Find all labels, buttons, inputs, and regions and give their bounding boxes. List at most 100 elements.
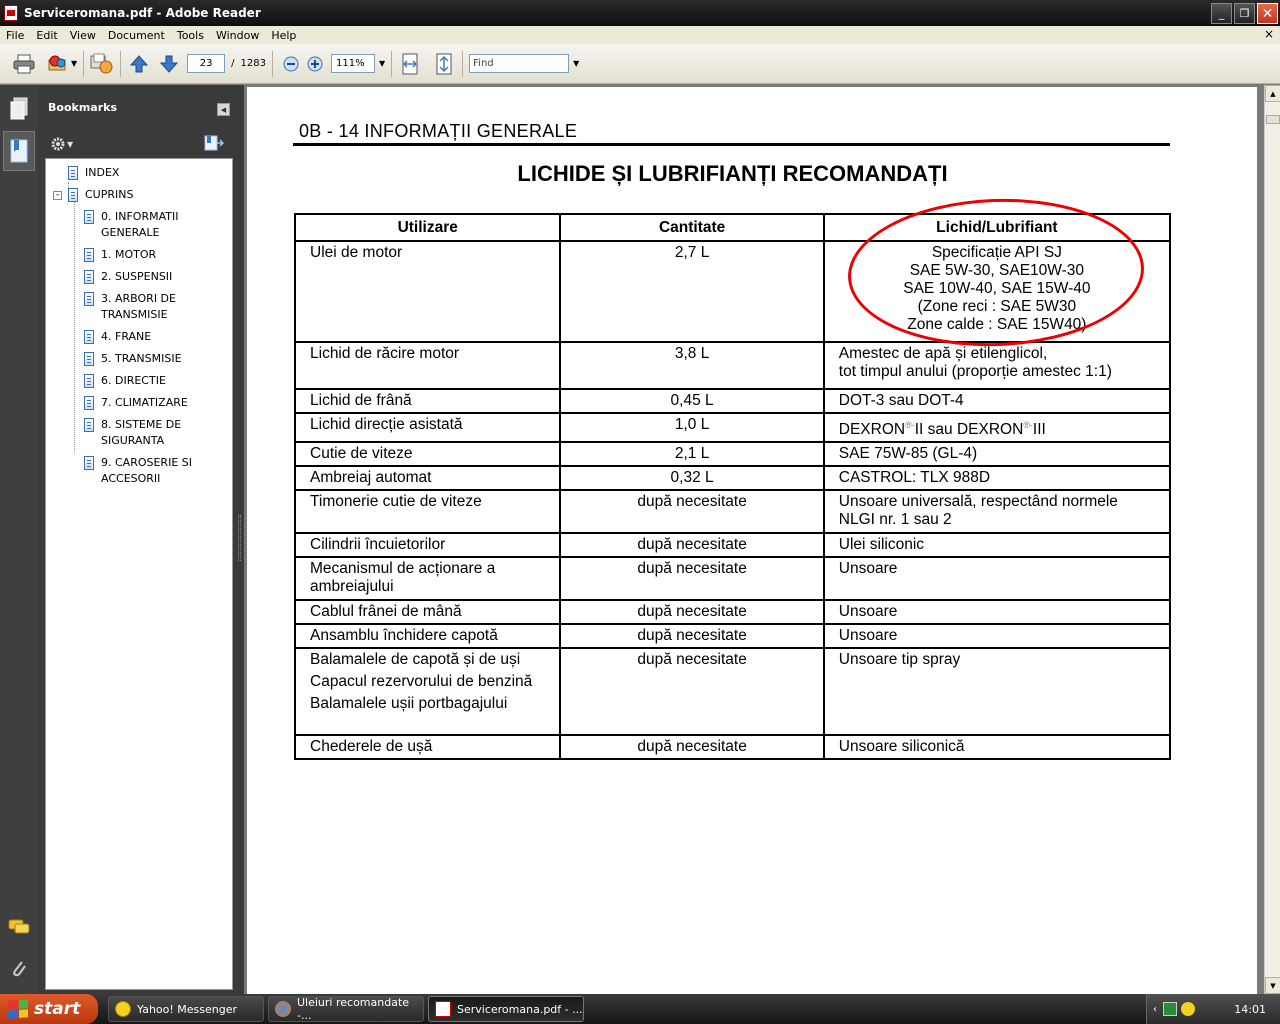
cell-qty: 1,0 L	[559, 411, 825, 444]
window-controls: _ ❐ ✕	[1211, 3, 1278, 24]
table-row: Balamalele de capotă și de uși Capacul r…	[293, 647, 1172, 737]
menu-window[interactable]: Window	[210, 29, 265, 42]
bookmark-item[interactable]: 2. SUSPENSII	[84, 269, 172, 285]
chevron-down-icon[interactable]: ▼	[71, 59, 77, 68]
pages-icon[interactable]	[6, 95, 32, 123]
column-header: Utilizare	[293, 213, 562, 242]
close-button[interactable]: ✕	[1257, 3, 1278, 24]
taskbar-item-firefox[interactable]: Uleiuri recomandate -...	[268, 996, 424, 1022]
vertical-scrollbar[interactable]: ▲ ▼	[1264, 85, 1280, 994]
clock: 14:01	[1234, 1002, 1266, 1016]
chevron-down-icon[interactable]: ▼	[379, 59, 385, 68]
page-separator: /	[231, 58, 235, 69]
bookmark-page-icon	[84, 270, 94, 284]
scroll-down-icon[interactable]: ▼	[1265, 977, 1280, 994]
taskbar: start Yahoo! Messenger Uleiuri recomanda…	[0, 994, 1280, 1024]
bookmark-item[interactable]: CUPRINS	[68, 187, 133, 203]
bookmarks-tree: INDEX - CUPRINS 0. INFORMATII GENERALE 1…	[45, 158, 233, 990]
fit-width-icon[interactable]	[398, 52, 422, 76]
cell-fluid: CASTROL: TLX 988D	[822, 465, 1172, 492]
document-viewport: 0B - 14 INFORMAȚII GENERALE LICHIDE ȘI L…	[244, 85, 1264, 994]
lubricants-table: Utilizare Cantitate Lichid/Lubrifiant Ul…	[293, 213, 1172, 761]
menu-document[interactable]: Document	[102, 29, 171, 42]
menu-edit[interactable]: Edit	[30, 29, 63, 42]
zoom-in-icon[interactable]	[303, 52, 327, 76]
system-tray: ‹ 14:01	[1146, 994, 1280, 1024]
yahoo-tray-icon[interactable]	[1181, 1002, 1195, 1016]
fit-page-icon[interactable]	[432, 52, 456, 76]
taskbar-item-yahoo[interactable]: Yahoo! Messenger	[108, 996, 264, 1022]
next-page-icon[interactable]	[157, 52, 181, 76]
menu-tools[interactable]: Tools	[171, 29, 210, 42]
bookmark-item[interactable]: 7. CLIMATIZARE	[84, 395, 188, 411]
navigation-rail	[0, 85, 38, 994]
table-row: Chederele de ușă după necesitate Unsoare…	[293, 734, 1172, 761]
bookmarks-toolbar: ▼	[42, 129, 234, 157]
previous-page-icon[interactable]	[127, 52, 151, 76]
table-row: Cilindrii încuietorilor după necesitate …	[293, 532, 1172, 559]
restore-button[interactable]: ❐	[1234, 3, 1255, 24]
menu-view[interactable]: View	[64, 29, 102, 42]
collapse-panel-icon[interactable]: ◀	[217, 103, 230, 116]
find-input[interactable]: Find	[469, 54, 570, 73]
taskbar-item-label: Serviceromana.pdf - ...	[457, 1002, 583, 1016]
column-header: Cantitate	[559, 213, 825, 242]
bookmark-label: 7. CLIMATIZARE	[101, 396, 188, 409]
cell-qty: după necesitate	[559, 734, 825, 761]
new-bookmark-icon[interactable]	[204, 135, 225, 154]
bookmark-label: 0. INFORMATII GENERALE	[101, 210, 179, 239]
scroll-thumb[interactable]	[1266, 115, 1280, 124]
cell-qty: după necesitate	[559, 623, 825, 650]
bookmark-item[interactable]: 6. DIRECTIE	[84, 373, 166, 389]
toolbar-separator	[271, 50, 273, 77]
table-row: Ulei de motor 2,7 L Specificație API SJ …	[293, 240, 1172, 343]
close-document-icon[interactable]: ×	[1264, 27, 1274, 41]
bookmark-page-icon	[84, 418, 94, 432]
bookmarks-icon[interactable]	[3, 131, 35, 171]
bookmark-item[interactable]: 0. INFORMATII GENERALE	[84, 209, 224, 241]
antivirus-tray-icon[interactable]	[1163, 1002, 1177, 1016]
cell-qty: după necesitate	[559, 489, 825, 535]
page-number-input[interactable]: 23	[187, 54, 226, 73]
bookmark-label: 2. SUSPENSII	[101, 270, 173, 283]
menu-file[interactable]: File	[0, 29, 30, 42]
window-title: Serviceromana.pdf - Adobe Reader	[24, 6, 261, 20]
options-gear-icon[interactable]: ▼	[50, 136, 73, 152]
bookmark-page-icon	[84, 374, 94, 388]
cell-fluid: Unsoare tip spray	[822, 647, 1172, 737]
firefox-icon	[275, 1001, 291, 1017]
zoom-level-input[interactable]: 111%	[330, 54, 375, 73]
minimize-button[interactable]: _	[1211, 3, 1232, 24]
bookmark-page-icon	[68, 166, 78, 180]
bookmark-item[interactable]: 8. SISTEME DE SIGURANTA	[84, 417, 224, 449]
collaborate-icon[interactable]	[90, 52, 114, 76]
attachments-icon[interactable]	[6, 955, 32, 983]
bookmark-item[interactable]: INDEX	[68, 165, 119, 181]
zoom-out-icon[interactable]	[279, 52, 303, 76]
cell-use: Cilindrii încuietorilor	[293, 532, 562, 559]
collapse-icon[interactable]: -	[53, 191, 62, 200]
table-row: Cablul frânei de mână după necesitate Un…	[293, 599, 1172, 626]
header-rule	[293, 143, 1170, 146]
print-icon[interactable]	[12, 52, 36, 76]
taskbar-item-label: Uleiuri recomandate -...	[297, 996, 410, 1022]
bookmark-item[interactable]: 1. MOTOR	[84, 247, 156, 263]
tray-expand-icon[interactable]: ‹	[1153, 1004, 1157, 1015]
cell-qty: 0,45 L	[559, 388, 825, 414]
chevron-down-icon[interactable]: ▼	[573, 59, 579, 68]
comments-icon[interactable]	[6, 913, 32, 941]
taskbar-item-adobe-reader[interactable]: Serviceromana.pdf - ...	[428, 996, 584, 1022]
cell-fluid: DEXRON®-II sau DEXRON®-III	[822, 411, 1172, 444]
menu-help[interactable]: Help	[265, 29, 302, 42]
table-header-row: Utilizare Cantitate Lichid/Lubrifiant	[293, 213, 1172, 242]
bookmark-item[interactable]: 4. FRANE	[84, 329, 151, 345]
start-button[interactable]: start	[0, 994, 98, 1024]
panel-splitter[interactable]	[236, 85, 244, 994]
bookmark-item[interactable]: 3. ARBORI DE TRANSMISIE	[84, 291, 224, 323]
email-print-icon[interactable]	[46, 52, 70, 76]
scroll-up-icon[interactable]: ▲	[1265, 85, 1280, 102]
bookmark-item[interactable]: 9. CAROSERIE SI ACCESORII	[84, 455, 224, 487]
cell-use: Lichid direcție asistată	[293, 411, 562, 444]
bookmarks-panel: Bookmarks ◀ ▼ INDEX - CUPRINS 0. INFORMA…	[38, 85, 238, 994]
bookmark-item[interactable]: 5. TRANSMISIE	[84, 351, 182, 367]
